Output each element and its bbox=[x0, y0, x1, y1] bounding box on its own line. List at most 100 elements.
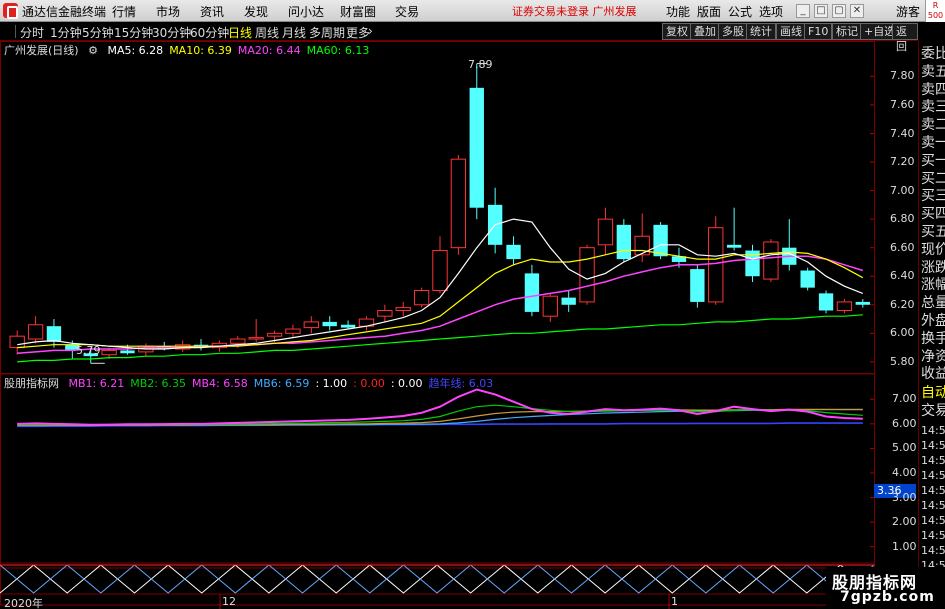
period-30min[interactable]: 30分钟 bbox=[152, 24, 191, 41]
side-panel-label[interactable]: 卖四 bbox=[921, 81, 945, 99]
period-1min[interactable]: 1分钟 bbox=[50, 24, 82, 41]
restore-icon[interactable]: □ bbox=[814, 4, 828, 18]
candle-body-up bbox=[450, 158, 467, 249]
side-trade-label[interactable]: 交易 bbox=[921, 402, 945, 420]
period-15min[interactable]: 15分钟 bbox=[114, 24, 153, 41]
indicator-title: 股朋指标网 bbox=[4, 377, 59, 390]
menu-function[interactable]: 功能 bbox=[666, 3, 690, 20]
candle-body-down bbox=[340, 324, 356, 328]
menu-quotes[interactable]: 行情 bbox=[112, 3, 136, 20]
side-auto-label[interactable]: 自动 bbox=[921, 384, 945, 402]
y-tick-label: 7.60 bbox=[890, 97, 915, 111]
period-intraday[interactable]: 分时 bbox=[20, 24, 44, 41]
side-time-stamp: 14:56 bbox=[921, 484, 945, 497]
candle-body-up bbox=[836, 301, 853, 311]
trade-login-notice: 证券交易未登录 广州发展 bbox=[512, 5, 637, 18]
side-panel-label[interactable]: 买二 bbox=[921, 170, 945, 188]
period-multi[interactable]: 多周期 bbox=[309, 24, 345, 41]
indicator-legend-item: : 0.00 bbox=[390, 377, 423, 390]
side-panel-label[interactable]: 买四 bbox=[921, 205, 945, 223]
draw-line-button[interactable]: 画线 bbox=[776, 23, 806, 40]
menu-formula[interactable]: 公式 bbox=[728, 3, 752, 20]
y-tick-label: 7.40 bbox=[890, 126, 915, 140]
side-panel-label[interactable]: 卖一 bbox=[921, 134, 945, 152]
candle-body-down bbox=[561, 297, 576, 305]
indicator-tick-label: 7.00 bbox=[892, 392, 917, 406]
guest-label[interactable]: 游客 bbox=[896, 3, 920, 20]
menu-trade[interactable]: 交易 bbox=[395, 3, 419, 20]
menu-options[interactable]: 选项 bbox=[759, 3, 783, 20]
settings-gear-icon[interactable]: ⚙ bbox=[88, 44, 98, 57]
ma-legend-item: MA10: 6.39 bbox=[169, 44, 232, 57]
indicator-tick-label: 3.00 bbox=[892, 490, 917, 504]
more-chevron-icon[interactable]: › bbox=[368, 24, 373, 38]
ma-legend: MA5: 6.28 MA10: 6.39 MA20: 6.44 MA60: 6.13 bbox=[107, 44, 375, 57]
side-panel-label[interactable]: 卖二 bbox=[921, 116, 945, 134]
statistics-button[interactable]: 统计 bbox=[746, 23, 776, 40]
side-time-stamp: 14:56 bbox=[921, 514, 945, 527]
side-panel-label[interactable]: 换手 bbox=[921, 330, 945, 348]
indicator-legend-item: MB4: 6.58 bbox=[191, 377, 248, 390]
candle-body-up bbox=[542, 295, 558, 317]
mark-button[interactable]: 标记 bbox=[832, 23, 862, 40]
indicator-tick-label: 1.00 bbox=[892, 539, 917, 553]
maximize-icon[interactable]: ▢ bbox=[832, 4, 846, 18]
side-time-stamp: 14:56 bbox=[921, 454, 945, 467]
side-panel-label[interactable]: 买一 bbox=[921, 152, 945, 170]
side-panel-label[interactable]: 涨跌 bbox=[921, 259, 945, 277]
overlay-button[interactable]: 叠加 bbox=[690, 23, 720, 40]
candle-body-up bbox=[248, 337, 264, 340]
indicator-legend-item: : 1.00 bbox=[315, 377, 348, 390]
indicator-tick-label: 5.00 bbox=[892, 441, 917, 455]
menu-news[interactable]: 资讯 bbox=[200, 3, 224, 20]
side-panel-label[interactable]: 买三 bbox=[921, 187, 945, 205]
menu-layout[interactable]: 版面 bbox=[697, 3, 721, 20]
multi-stock-button[interactable]: 多股 bbox=[718, 23, 748, 40]
chart-canvas[interactable] bbox=[0, 41, 918, 609]
side-panel-label[interactable]: 现价 bbox=[921, 241, 945, 259]
period-monthly[interactable]: 月线 bbox=[282, 24, 306, 41]
side-panel-label[interactable]: 委比 bbox=[921, 45, 945, 63]
oscillator-line-blue bbox=[0, 564, 875, 594]
candle-body-down bbox=[726, 244, 742, 248]
chart-area[interactable]: 广州发展(日线) ⚙ MA5: 6.28 MA10: 6.39 MA20: 6.44… bbox=[0, 41, 918, 609]
side-panel-label[interactable]: 净资 bbox=[921, 348, 945, 366]
side-panel-label[interactable]: 涨幅 bbox=[921, 276, 945, 294]
adjust-button[interactable]: 复权 bbox=[662, 23, 692, 40]
back-button[interactable]: 返回 bbox=[892, 23, 918, 53]
f10-button[interactable]: F10 bbox=[804, 23, 833, 40]
side-panel-label[interactable]: 买五 bbox=[921, 223, 945, 241]
candle-body-up bbox=[101, 349, 117, 356]
indicator-tick-label: 2.00 bbox=[892, 515, 917, 529]
side-panel-label[interactable]: 收益 bbox=[921, 365, 945, 383]
period-60min[interactable]: 60分钟 bbox=[190, 24, 229, 41]
indicator-legend-item: : 0.00 bbox=[353, 377, 385, 390]
candle-body-up bbox=[763, 241, 779, 280]
corner-badge-bottom: 500 bbox=[927, 11, 944, 20]
side-panel-label[interactable]: 外盘 bbox=[921, 312, 945, 330]
side-panel-label[interactable]: 卖三 bbox=[921, 98, 945, 116]
menu-discover[interactable]: 发现 bbox=[244, 3, 268, 20]
menu-market[interactable]: 市场 bbox=[156, 3, 180, 20]
menu-ask-xiaoda[interactable]: 问小达 bbox=[288, 3, 324, 20]
close-icon[interactable]: ✕ bbox=[850, 4, 864, 18]
y-tick-label: 7.20 bbox=[890, 155, 915, 169]
period-weekly[interactable]: 周线 bbox=[255, 24, 279, 41]
y-tick-label: 6.40 bbox=[890, 269, 915, 283]
period-5min[interactable]: 5分钟 bbox=[82, 24, 114, 41]
period-daily[interactable]: 日线 bbox=[228, 24, 252, 41]
menu-wealth-circle[interactable]: 财富圈 bbox=[340, 3, 376, 20]
title-bar: 通达信金融终端 行情 市场 资讯 发现 问小达 财富圈 交易 证券交易未登录 广… bbox=[0, 0, 945, 22]
period-more[interactable]: 更多 bbox=[346, 24, 370, 41]
side-panel-label[interactable]: 总量 bbox=[921, 294, 945, 312]
ma60-line bbox=[17, 314, 863, 363]
minimize-icon[interactable]: _ bbox=[796, 4, 810, 18]
separator bbox=[15, 25, 16, 38]
oscillator-line-white bbox=[0, 564, 875, 594]
candle-body-down bbox=[322, 321, 337, 327]
indicator-legend-item: MB2: 6.35 bbox=[130, 377, 186, 390]
side-panel-label[interactable]: 卖五 bbox=[921, 63, 945, 81]
indicator-legend-item: MB1: 6.21 bbox=[68, 377, 125, 390]
side-time-stamp: 14:56 bbox=[921, 439, 945, 452]
candle-body-down bbox=[524, 273, 540, 312]
